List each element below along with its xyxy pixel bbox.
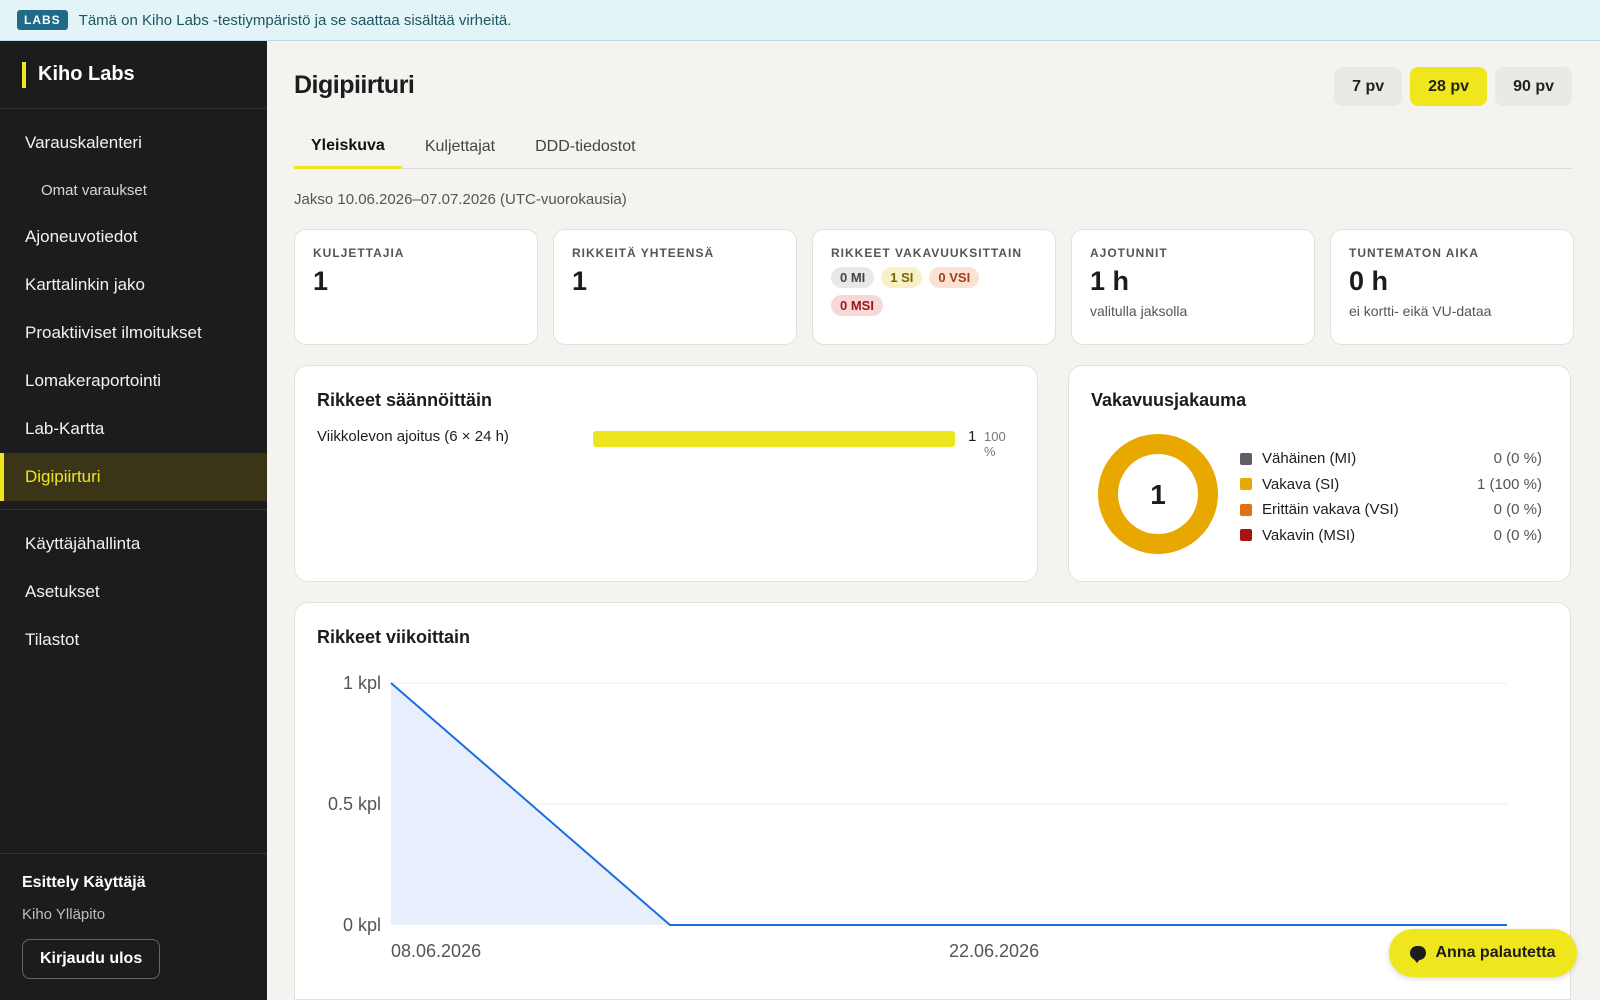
kpi-label: TUNTEMATON AIKA — [1349, 246, 1480, 260]
severity-donut: 1 — [1098, 434, 1218, 554]
kpi-driving-hours: AJOTUNNIT 1 h valitulla jaksolla — [1071, 229, 1315, 345]
sidebar-item-tilastot[interactable]: Tilastot — [0, 616, 267, 664]
legend-row-vsi: Erittäin vakava (VSI) 0 (0 %) — [1240, 497, 1542, 523]
severity-pill-mi: 0 MI — [831, 267, 875, 288]
rule-count: 1 — [968, 428, 977, 445]
sidebar-divider — [0, 509, 267, 510]
legend-row-mi: Vähäinen (MI) 0 (0 %) — [1240, 446, 1542, 472]
legend-label: Vakava (SI) — [1262, 475, 1340, 493]
brand[interactable]: Kiho Labs — [0, 41, 267, 109]
sidebar-item-asetukset[interactable]: Asetukset — [0, 568, 267, 616]
rule-bar-track — [593, 431, 955, 447]
severity-pills: 0 MI 1 SI 0 VSI 0 MSI — [831, 267, 1031, 316]
rule-bar — [593, 431, 955, 447]
weekly-violations-card: Rikkeet viikoittain 1 kpl 0.5 kpl 0 kpl 08.… — [294, 602, 1571, 1000]
legend-swatch — [1240, 503, 1252, 516]
severity-pill-si: 1 SI — [881, 267, 923, 288]
x-tick-label: 08.06.2026 — [391, 941, 481, 961]
legend-value: 1 (100 %) — [1476, 475, 1542, 493]
donut-total: 1 — [1150, 479, 1166, 510]
severity-legend: Vähäinen (MI) 0 (0 %) Vakava (SI) 1 (100… — [1240, 446, 1542, 548]
legend-label: Erittäin vakava (VSI) — [1262, 501, 1399, 519]
feedback-label: Anna palautetta — [1435, 944, 1556, 961]
range-selector: 7 pv 28 pv 90 pv — [1334, 67, 1572, 106]
banner-text: Tämä on Kiho Labs -testiympäristö ja se … — [78, 11, 512, 29]
legend-swatch — [1240, 529, 1252, 542]
kpi-label: AJOTUNNIT — [1090, 246, 1168, 260]
card-title: Vakavuusjakauma — [1091, 390, 1247, 410]
severity-card: Vakavuusjakauma 1 Vähäinen (MI) 0 (0 %) … — [1068, 365, 1571, 582]
kpi-value: 1 — [572, 266, 588, 296]
card-title: Rikkeet säännöittäin — [317, 390, 493, 410]
legend-value: 0 (0 %) — [1493, 450, 1542, 468]
feedback-button[interactable]: Anna palautetta — [1389, 929, 1577, 977]
y-tick-label: 1 kpl — [343, 673, 381, 693]
sidebar-item-ajoneuvotiedot[interactable]: Ajoneuvotiedot — [0, 213, 267, 261]
x-tick-label: 22.06.2026 — [949, 941, 1039, 961]
sidebar-item-karttalinkin-jako[interactable]: Karttalinkin jako — [0, 261, 267, 309]
brand-accent-bar — [22, 61, 26, 88]
range-button-7[interactable]: 7 pv — [1334, 67, 1403, 106]
legend-swatch — [1240, 452, 1252, 465]
sidebar-item-lab-kartta[interactable]: Lab-Kartta — [0, 405, 267, 453]
tab-yleiskuva[interactable]: Yleiskuva — [294, 125, 402, 169]
kpi-by-severity: RIKKEET VAKAVUUKSITTAIN 0 MI 1 SI 0 VSI … — [812, 229, 1056, 345]
kpi-value: 1 h — [1090, 266, 1130, 296]
rule-percent: 100 % — [984, 429, 1006, 459]
rule-row: Viikkolevon ajoitus (6 × 24 h) 1 100 % — [317, 428, 1017, 459]
chat-bubble-icon — [1410, 946, 1427, 963]
labs-badge: LABS — [17, 10, 68, 30]
kpi-drivers: KULJETTAJIA 1 — [294, 229, 538, 345]
legend-swatch — [1240, 478, 1252, 491]
kpi-label: RIKKEET VAKAVUUKSITTAIN — [831, 246, 1022, 260]
page-title: Digipiirturi — [294, 71, 415, 99]
main-content: Digipiirturi 7 pv 28 pv 90 pv Yleiskuva … — [267, 41, 1600, 1000]
sidebar-footer: Esittely Käyttäjä Kiho Ylläpito Kirjaudu… — [0, 853, 267, 1000]
period-text: Jakso 10.06.2026–07.07.2026 (UTC-vuoroka… — [294, 191, 627, 208]
legend-label: Vakavin (MSI) — [1262, 526, 1356, 544]
sidebar-item-proaktiiviset-ilmoitukset[interactable]: Proaktiiviset ilmoitukset — [0, 309, 267, 357]
kpi-sub: valitulla jaksolla — [1090, 303, 1188, 319]
tab-kuljettajat[interactable]: Kuljettajat — [408, 125, 512, 169]
legend-row-msi: Vakavin (MSI) 0 (0 %) — [1240, 523, 1542, 549]
y-tick-label: 0.5 kpl — [328, 794, 381, 814]
sidebar-item-lomakeraportointi[interactable]: Lomakeraportointi — [0, 357, 267, 405]
severity-pill-msi: 0 MSI — [831, 295, 883, 316]
range-button-28[interactable]: 28 pv — [1410, 67, 1488, 106]
y-tick-label: 0 kpl — [343, 915, 381, 935]
legend-row-si: Vakava (SI) 1 (100 %) — [1240, 472, 1542, 498]
kpi-sub: ei kortti- eikä VU-dataa — [1349, 303, 1492, 319]
user-organization: Kiho Ylläpito — [22, 906, 106, 923]
logout-button[interactable]: Kirjaudu ulos — [22, 939, 161, 979]
rules-card: Rikkeet säännöittäin Viikkolevon ajoitus… — [294, 365, 1038, 582]
sidebar: Kiho Labs Varauskalenteri Omat varaukset… — [0, 41, 267, 1000]
sidebar-item-digipiirturi[interactable]: Digipiirturi — [0, 453, 267, 501]
kpi-value: 0 h — [1349, 266, 1389, 296]
kpi-row: KULJETTAJIA 1 RIKKEITÄ YHTEENSÄ 1 RIKKEE… — [294, 229, 1574, 345]
rule-label: Viikkolevon ajoitus (6 × 24 h) — [317, 428, 509, 445]
kpi-unknown-time: TUNTEMATON AIKA 0 h ei kortti- eikä VU-d… — [1330, 229, 1574, 345]
sidebar-item-varauskalenteri[interactable]: Varauskalenteri — [0, 119, 267, 167]
sidebar-item-kayttajahallinta[interactable]: Käyttäjähallinta — [0, 520, 267, 568]
sidebar-nav: Varauskalenteri Omat varaukset Ajoneuvot… — [0, 109, 267, 664]
range-button-90[interactable]: 90 pv — [1495, 67, 1572, 106]
sidebar-item-omat-varaukset[interactable]: Omat varaukset — [0, 167, 267, 213]
user-name: Esittely Käyttäjä — [22, 874, 146, 891]
legend-value: 0 (0 %) — [1493, 501, 1542, 519]
kpi-value: 1 — [313, 266, 329, 296]
severity-pill-vsi: 0 VSI — [929, 267, 980, 288]
tab-bar: Yleiskuva Kuljettajat DDD-tiedostot — [294, 125, 1572, 169]
labs-banner: LABS Tämä on Kiho Labs -testiympäristö j… — [0, 0, 1600, 41]
weekly-chart: 1 kpl 0.5 kpl 0 kpl 08.06.2026 22.06.2026 — [328, 673, 1507, 961]
kpi-label: KULJETTAJIA — [313, 246, 405, 260]
brand-name: Kiho Labs — [38, 63, 135, 85]
kpi-violations-total: RIKKEITÄ YHTEENSÄ 1 — [553, 229, 797, 345]
tab-ddd-tiedostot[interactable]: DDD-tiedostot — [518, 125, 652, 169]
legend-label: Vähäinen (MI) — [1262, 450, 1357, 468]
legend-value: 0 (0 %) — [1493, 526, 1542, 544]
kpi-label: RIKKEITÄ YHTEENSÄ — [572, 246, 715, 260]
